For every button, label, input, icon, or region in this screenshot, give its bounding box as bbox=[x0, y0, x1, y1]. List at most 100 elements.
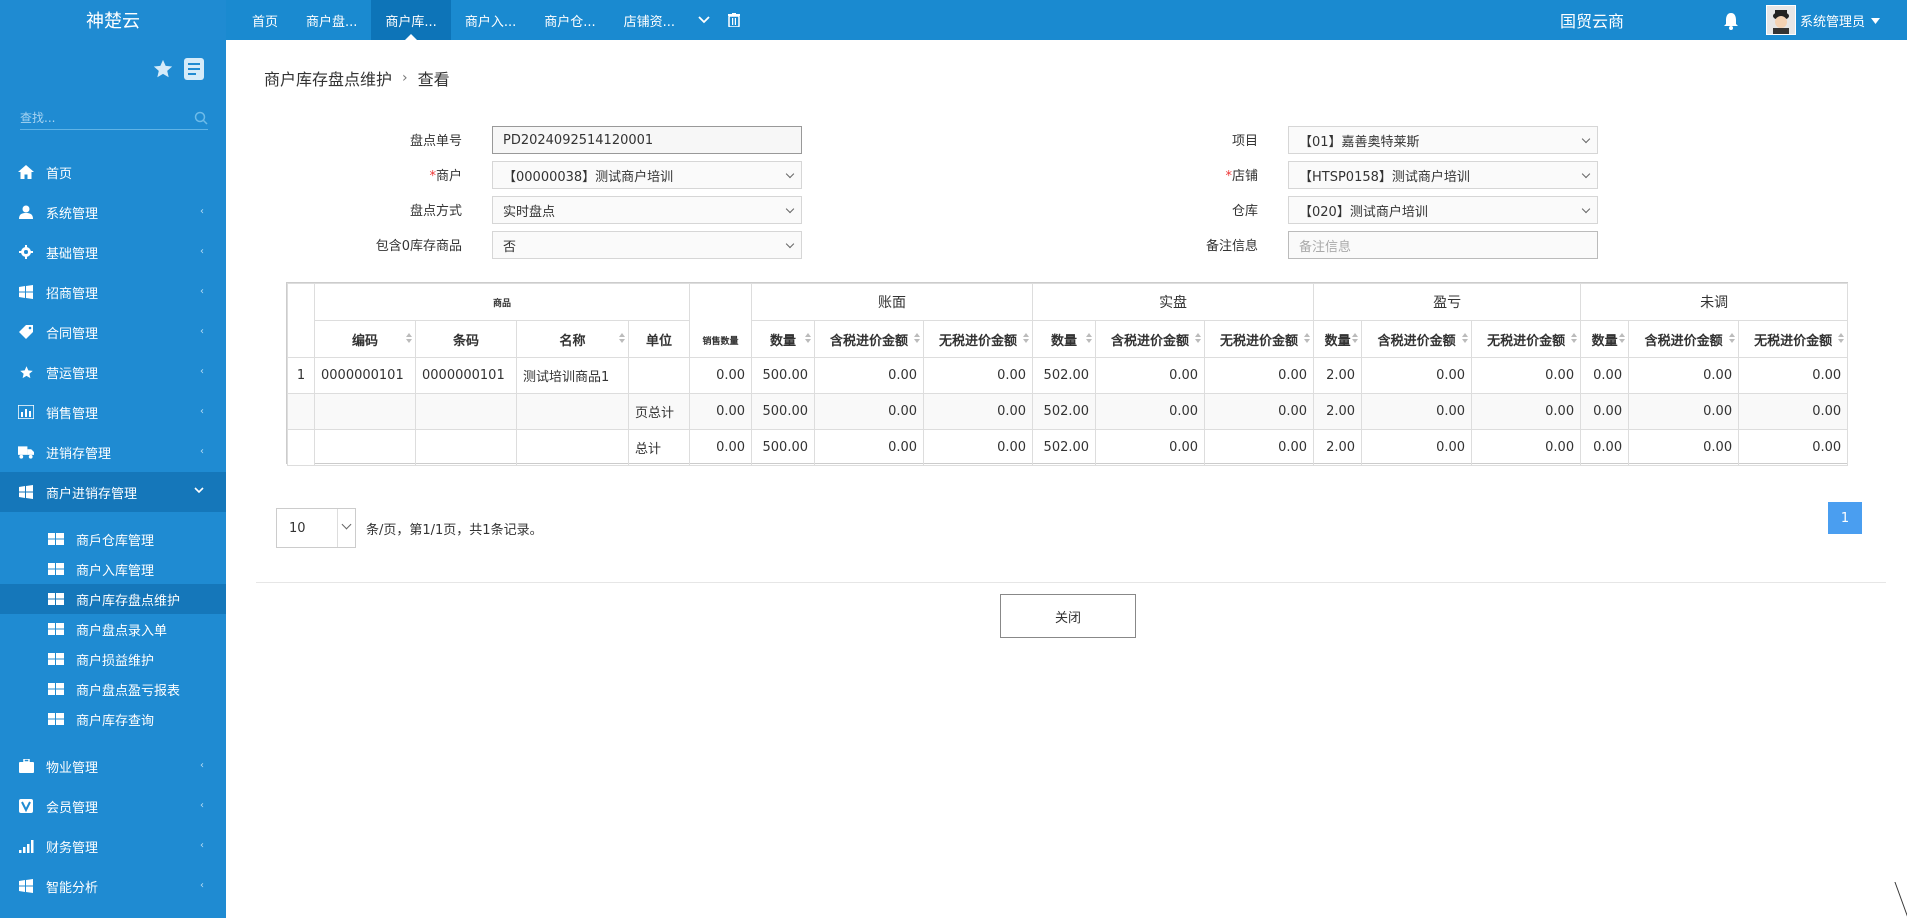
profit-loss-group-header: 盈亏 bbox=[1313, 283, 1582, 321]
sidebar-item-sales[interactable]: 销售管理 ‹ bbox=[0, 392, 226, 432]
sidebar-item-home[interactable]: 首页 bbox=[0, 152, 226, 192]
shop-select[interactable]: 【HTSP0158】测试商户培训 bbox=[1288, 161, 1598, 189]
merchant-value: 【00000038】测试商户培训 bbox=[503, 169, 674, 185]
sales-qty-header: 销售数量 bbox=[689, 283, 753, 358]
tab-home[interactable]: 首页 bbox=[238, 0, 292, 40]
unadjusted-group-header: 未调 bbox=[1580, 283, 1849, 321]
include-zero-select[interactable]: 否 bbox=[492, 231, 802, 259]
notes-icon[interactable] bbox=[184, 58, 204, 84]
project-select[interactable]: 【01】嘉善奥特莱斯 bbox=[1288, 126, 1598, 154]
cell-pl-tax-amount: 0.00 bbox=[1361, 393, 1473, 430]
sidebar-item-contract[interactable]: 合同管理 ‹ bbox=[0, 312, 226, 352]
project-label: 项目 bbox=[1231, 134, 1258, 149]
tab-merchant-count[interactable]: 商户盘... bbox=[292, 0, 371, 40]
remark-placeholder: 备注信息 bbox=[1299, 239, 1352, 255]
col-header-barcode[interactable]: 条码 bbox=[415, 320, 517, 358]
sidebar-subitem-stock-count[interactable]: 商户库存盘点维护 bbox=[0, 584, 226, 614]
sidebar-item-operation[interactable]: 营运管理 ‹ bbox=[0, 352, 226, 392]
chevron-down-icon bbox=[785, 204, 795, 214]
sidebar-menu: 首页 系统管理 ‹ 基础管理 ‹ 招商管理 ‹ 合同管理 ‹ 营运管理 ‹ 销售… bbox=[0, 152, 226, 906]
project-value: 【01】嘉善奥特莱斯 bbox=[1299, 134, 1420, 150]
cell-unit: 总计 bbox=[627, 429, 691, 466]
sidebar-subitem-count-report[interactable]: 商户盘点盈亏报表 bbox=[0, 674, 226, 704]
method-select[interactable]: 实时盘点 bbox=[492, 196, 802, 224]
merchant-select[interactable]: 【00000038】测试商户培训 bbox=[492, 161, 802, 189]
sort-icon bbox=[805, 333, 812, 345]
count-detail-grid: 商品 销售数量 账面 实盘 盈亏 未调 编码 条码 名称 单位 数量 含税进价金… bbox=[286, 282, 1849, 466]
sidebar-item-merchant-inventory[interactable]: 商户进销存管理 bbox=[0, 472, 226, 512]
bell-icon[interactable] bbox=[1722, 12, 1740, 30]
brand-logo[interactable]: 神楚云 bbox=[0, 0, 226, 40]
cell-actual-notax-amount: 0.00 bbox=[1204, 393, 1315, 430]
merchant-label: *商户 bbox=[222, 165, 462, 184]
breadcrumb-parent[interactable]: 商户库存盘点维护 bbox=[264, 66, 392, 90]
sort-icon bbox=[1729, 333, 1736, 345]
sidebar-item-system[interactable]: 系统管理 ‹ bbox=[0, 192, 226, 232]
col-header-un-tax-amount[interactable]: 含税进价金额 bbox=[1628, 320, 1740, 358]
col-header-name[interactable]: 名称 bbox=[516, 320, 629, 358]
sidebar-subitem-label: 商户盘点盈亏报表 bbox=[76, 683, 181, 699]
col-header-pl-notax-amount[interactable]: 无税进价金额 bbox=[1471, 320, 1582, 358]
cell-name bbox=[516, 429, 629, 466]
col-header-code[interactable]: 编码 bbox=[314, 320, 416, 358]
sidebar-item-member[interactable]: 会员管理 ‹ bbox=[0, 786, 226, 826]
table-row[interactable]: 页总计 0.00 500.00 0.00 0.00 502.00 0.00 0.00 2.00 0… bbox=[287, 393, 1849, 430]
col-header-actual-tax-amount[interactable]: 含税进价金额 bbox=[1095, 320, 1206, 358]
search-icon[interactable] bbox=[194, 111, 208, 129]
windows-icon bbox=[48, 532, 64, 546]
table-row[interactable]: 1 0000000101 0000000101 测试培训商品1 0.00 500.00 0.… bbox=[287, 357, 1849, 394]
sidebar-item-analytics[interactable]: 智能分析 ‹ bbox=[0, 866, 226, 906]
trash-icon[interactable] bbox=[719, 0, 749, 40]
page-button-1[interactable]: 1 bbox=[1828, 502, 1862, 534]
sidebar-item-inventory[interactable]: 进销存管理 ‹ bbox=[0, 432, 226, 472]
tab-merchant-inbound[interactable]: 商户入... bbox=[451, 0, 530, 40]
col-header-pl-tax-amount[interactable]: 含税进价金额 bbox=[1361, 320, 1473, 358]
sidebar-subitem-stock-query[interactable]: 商户库存查询 bbox=[0, 704, 226, 734]
breadcrumb: 商户库存盘点维护 › 查看 bbox=[264, 66, 450, 90]
sort-icon bbox=[1571, 333, 1578, 345]
sidebar-subitem-count-entry[interactable]: 商户盘点录入单 bbox=[0, 614, 226, 644]
close-button[interactable]: 关闭 bbox=[1000, 594, 1136, 638]
page-size-select[interactable]: 10 bbox=[276, 508, 356, 548]
table-row[interactable]: 总计 0.00 500.00 0.00 0.00 502.00 0.00 0.00 2.00 0.… bbox=[287, 429, 1849, 466]
col-header-pl-qty[interactable]: 数量 bbox=[1313, 320, 1363, 358]
user-menu[interactable]: 系统管理员 bbox=[1766, 5, 1881, 35]
sidebar-search bbox=[20, 108, 208, 130]
cell-pl-qty: 2.00 bbox=[1313, 357, 1363, 394]
sidebar-subitem-warehouse[interactable]: 商戶仓库管理 bbox=[0, 524, 226, 554]
tab-merchant-stock[interactable]: 商户库... bbox=[371, 0, 451, 40]
sidebar-item-property[interactable]: 物业管理 ‹ bbox=[0, 746, 226, 786]
sidebar-subitem-inbound[interactable]: 商户入库管理 bbox=[0, 554, 226, 584]
tab-shop-info[interactable]: 店铺资... bbox=[610, 0, 689, 40]
remark-field[interactable]: 备注信息 bbox=[1288, 231, 1598, 259]
cell-book-tax-amount: 0.00 bbox=[814, 393, 925, 430]
sort-icon bbox=[1619, 333, 1626, 345]
col-header-actual-qty[interactable]: 数量 bbox=[1032, 320, 1097, 358]
cell-un-tax-amount: 0.00 bbox=[1628, 393, 1740, 430]
windows-icon bbox=[48, 682, 64, 696]
star-icon[interactable] bbox=[152, 58, 174, 84]
sidebar-item-label: 销售管理 bbox=[46, 406, 99, 422]
col-header-book-notax-amount[interactable]: 无税进价金额 bbox=[923, 320, 1034, 358]
sidebar-item-investment[interactable]: 招商管理 ‹ bbox=[0, 272, 226, 312]
col-header-unit[interactable]: 单位 bbox=[627, 320, 691, 358]
main-content: 商户库存盘点维护 › 查看 盘点单号 PD2024092514120001 *商… bbox=[226, 40, 1907, 918]
search-input[interactable] bbox=[20, 108, 186, 128]
col-header-actual-notax-amount[interactable]: 无税进价金额 bbox=[1204, 320, 1315, 358]
col-header-book-tax-amount[interactable]: 含税进价金额 bbox=[814, 320, 925, 358]
cell-actual-tax-amount: 0.00 bbox=[1095, 429, 1206, 466]
col-header-un-qty[interactable]: 数量 bbox=[1580, 320, 1630, 358]
tabs-dropdown-icon[interactable] bbox=[689, 0, 719, 40]
chevron-down-icon bbox=[785, 169, 795, 179]
col-header-un-notax-amount[interactable]: 无税进价金额 bbox=[1738, 320, 1849, 358]
cell-un-tax-amount: 0.00 bbox=[1628, 357, 1740, 394]
col-header-book-qty[interactable]: 数量 bbox=[751, 320, 816, 358]
sidebar-item-finance[interactable]: 财务管理 ‹ bbox=[0, 826, 226, 866]
warehouse-select[interactable]: 【020】测试商户培训 bbox=[1288, 196, 1598, 224]
sidebar-subitem-profit-loss[interactable]: 商户损益维护 bbox=[0, 644, 226, 674]
warehouse-label: 仓库 bbox=[1231, 204, 1258, 219]
tab-merchant-warehouse[interactable]: 商户仓... bbox=[530, 0, 609, 40]
avatar bbox=[1766, 5, 1796, 35]
sidebar-item-basic[interactable]: 基础管理 ‹ bbox=[0, 232, 226, 272]
sidebar-item-label: 招商管理 bbox=[46, 286, 99, 302]
